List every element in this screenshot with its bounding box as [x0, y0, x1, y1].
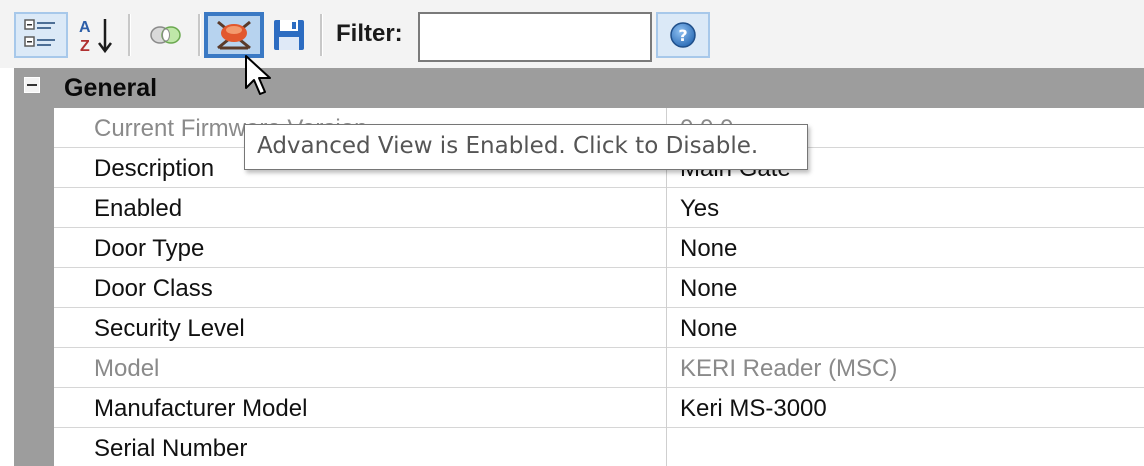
property-value[interactable]: None [680, 315, 737, 343]
advanced-view-button[interactable] [204, 12, 264, 58]
save-button[interactable] [266, 12, 312, 58]
toggle-view-button[interactable] [140, 12, 192, 58]
toolbar-separator [128, 14, 131, 56]
categorized-view-icon [24, 19, 55, 47]
advanced-view-icon [217, 20, 251, 50]
column-divider[interactable] [666, 228, 667, 268]
category-label: General [64, 74, 158, 102]
category-row-general[interactable]: General [14, 68, 1144, 108]
property-row[interactable]: Security Level None [54, 308, 1144, 348]
property-grid-toolbar: A Z Filter: ? [0, 0, 1144, 68]
property-row[interactable]: Serial Number [54, 428, 1144, 466]
column-divider[interactable] [666, 428, 667, 466]
filter-input[interactable] [418, 12, 652, 62]
categorized-view-button[interactable] [14, 12, 68, 58]
property-row[interactable]: Enabled Yes [54, 188, 1144, 228]
toolbar-separator [198, 14, 201, 56]
column-divider[interactable] [666, 348, 667, 388]
mouse-cursor-icon [245, 55, 271, 95]
collapse-icon[interactable] [24, 77, 40, 93]
column-divider[interactable] [666, 308, 667, 348]
toggle-view-icon [150, 26, 181, 44]
property-value: KERI Reader (MSC) [680, 355, 898, 382]
property-grid-window: A Z Filter: ? General Current Firmware V… [0, 0, 1144, 466]
help-button[interactable]: ? [656, 12, 710, 58]
filter-label: Filter: [336, 20, 403, 47]
sort-alphabetical-icon: A Z [79, 19, 112, 55]
property-row[interactable]: Model KERI Reader (MSC) [54, 348, 1144, 388]
property-name: Enabled [94, 195, 183, 222]
column-divider[interactable] [666, 188, 667, 228]
property-name: Description [94, 155, 215, 182]
property-value[interactable]: Yes [680, 195, 719, 223]
property-row[interactable]: Door Class None [54, 268, 1144, 308]
toolbar-separator [320, 14, 323, 56]
property-name: Serial Number [94, 435, 248, 462]
property-name: Door Class [94, 275, 213, 302]
svg-text:Z: Z [80, 38, 90, 55]
property-value[interactable]: None [680, 275, 737, 303]
property-name: Security Level [94, 315, 245, 342]
advanced-view-tooltip: Advanced View is Enabled. Click to Disab… [244, 124, 808, 170]
svg-text:?: ? [678, 26, 687, 45]
save-icon [274, 20, 304, 50]
column-divider[interactable] [666, 268, 667, 308]
property-name: Model [94, 355, 160, 382]
property-name: Manufacturer Model [94, 395, 308, 422]
column-divider[interactable] [666, 388, 667, 428]
property-row[interactable]: Door Type None [54, 228, 1144, 268]
grid-left-gutter [14, 68, 54, 466]
svg-text:A: A [79, 19, 91, 36]
help-icon: ? [670, 22, 696, 48]
alphabetical-sort-button[interactable]: A Z [72, 12, 120, 58]
property-name: Door Type [94, 235, 205, 262]
property-value[interactable]: None [680, 235, 737, 263]
property-value[interactable]: Keri MS-3000 [680, 395, 827, 423]
property-row[interactable]: Manufacturer Model Keri MS-3000 [54, 388, 1144, 428]
